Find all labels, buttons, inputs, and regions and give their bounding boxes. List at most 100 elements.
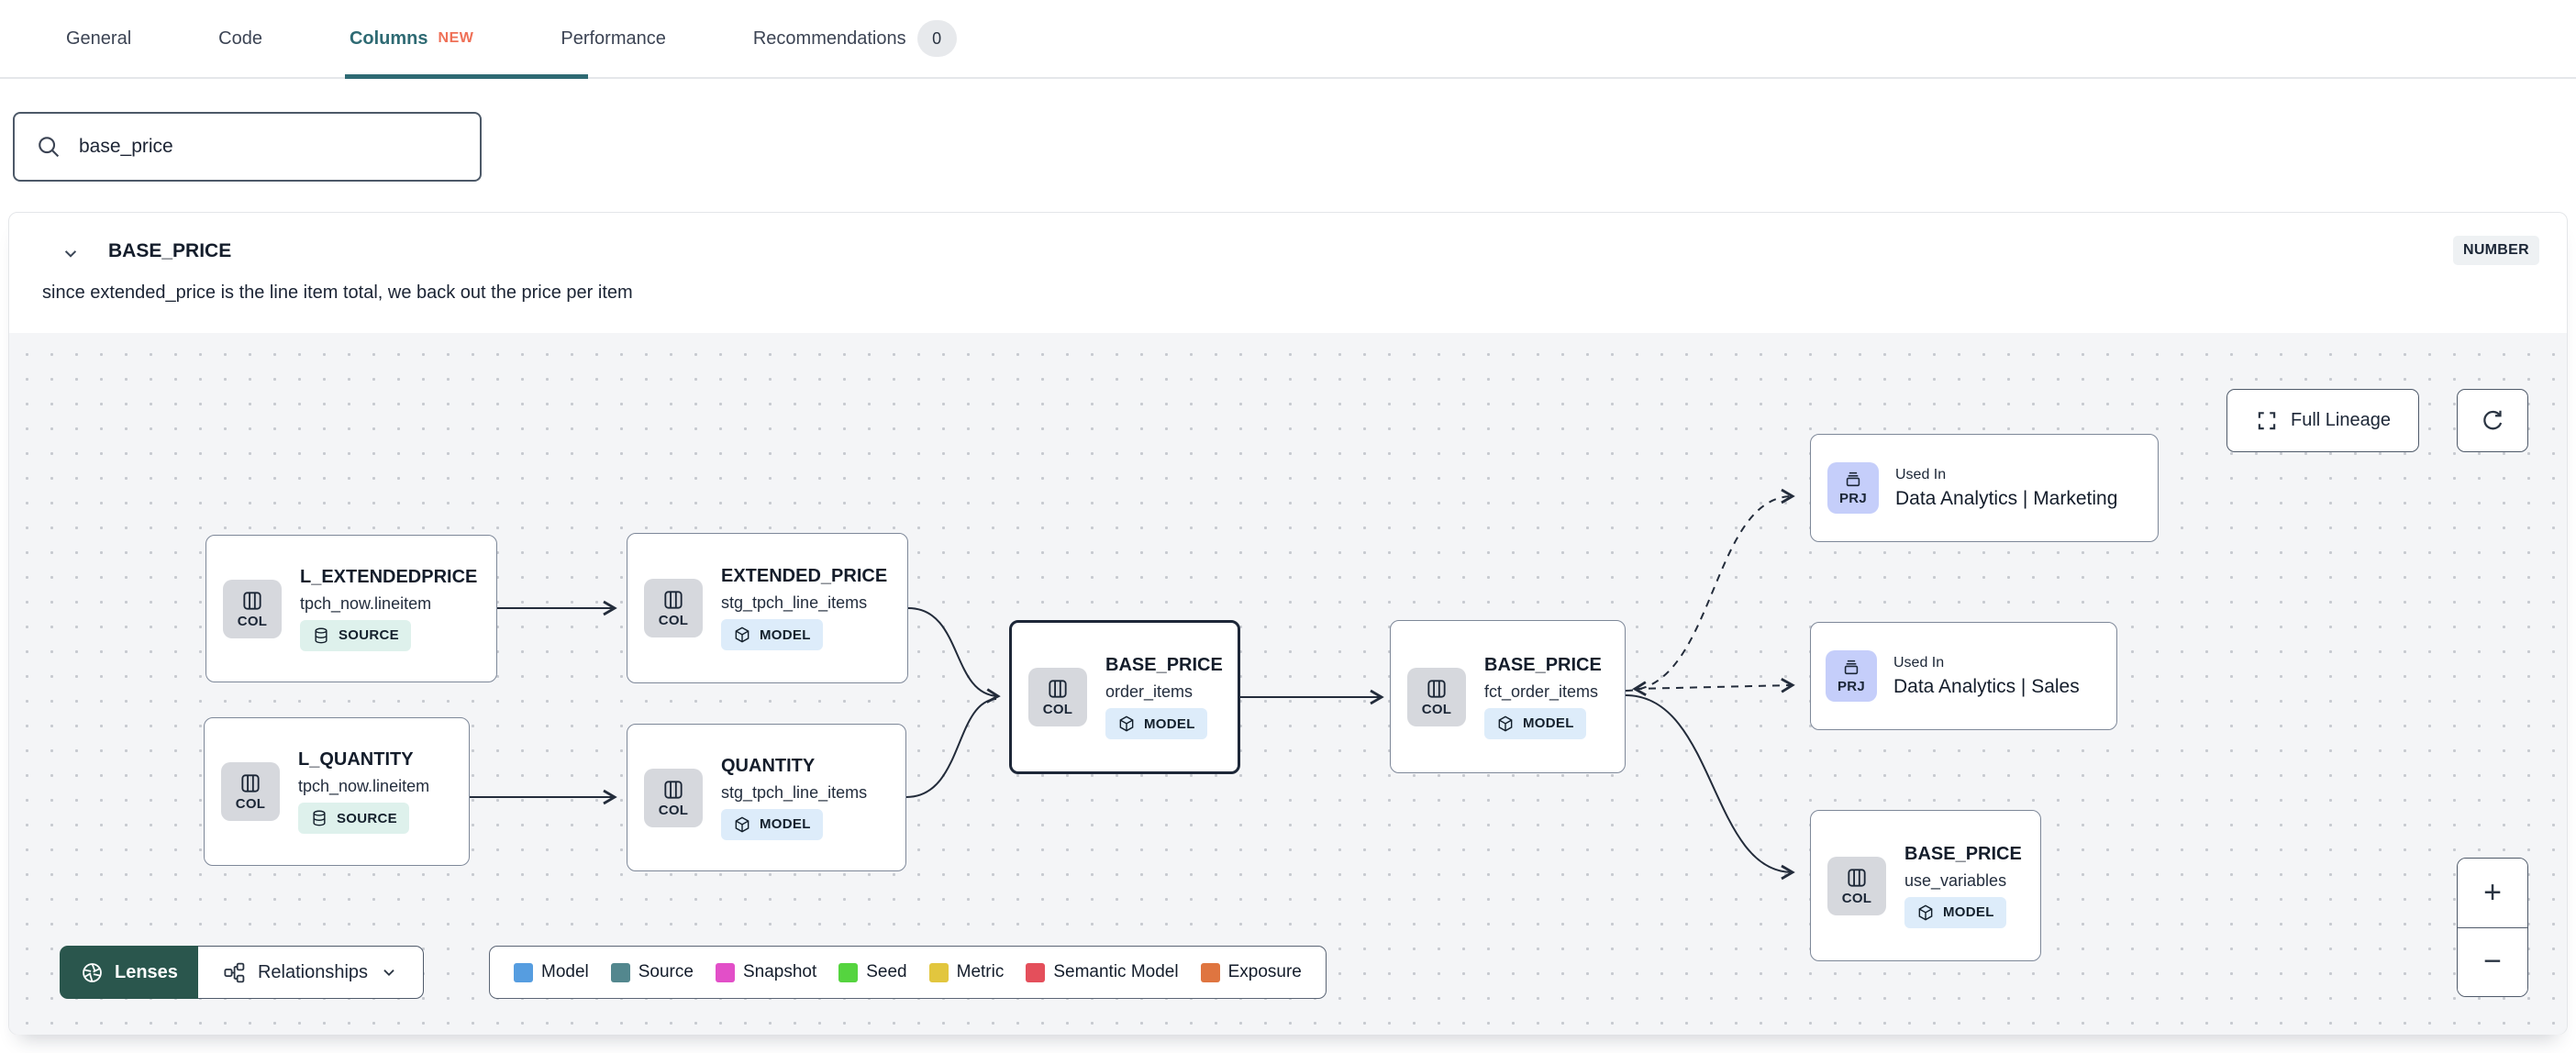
legend-swatch: [1200, 962, 1220, 982]
full-lineage-label: Full Lineage: [2291, 410, 2391, 430]
badge-label: MODEL: [760, 816, 811, 832]
badge-label: MODEL: [1943, 904, 1994, 920]
active-tab-underline: [345, 74, 588, 79]
column-chip: COL: [644, 768, 703, 827]
tab-code[interactable]: Code: [218, 28, 262, 50]
node-subtitle: order_items: [1105, 682, 1194, 701]
chip-label: PRJ: [1838, 491, 1868, 506]
columns-icon: [1848, 868, 1866, 887]
lineage-node-quantity[interactable]: COL QUANTITY stg_tpch_line_items MODEL: [627, 724, 906, 871]
node-eyebrow: Used In: [1893, 654, 1945, 671]
lenses-button[interactable]: Lenses: [60, 946, 198, 999]
node-title: BASE_PRICE: [1484, 654, 1602, 675]
lineage-node-used-in-sales[interactable]: PRJ Used In Data Analytics | Sales: [1810, 622, 2117, 730]
lens-bar: Lenses Relationships: [60, 946, 425, 999]
legend-item-model: Model: [514, 962, 589, 982]
zoom-in-button[interactable]: +: [2458, 859, 2527, 928]
lineage-node-used-in-marketing[interactable]: PRJ Used In Data Analytics | Marketing: [1810, 434, 2159, 542]
node-title: QUANTITY: [721, 755, 816, 776]
lineage-node-extended-price[interactable]: COL EXTENDED_PRICE stg_tpch_line_items M…: [627, 533, 908, 683]
source-badge: SOURCE: [298, 803, 409, 834]
chip-label: COL: [658, 802, 689, 818]
chip-label: COL: [237, 613, 268, 629]
refresh-icon: [2483, 410, 2503, 429]
lineage-node-l-quantity[interactable]: COL L_QUANTITY tpch_now.lineitem SOURCE: [204, 717, 470, 866]
column-chip: COL: [1028, 668, 1087, 726]
node-title: Data Analytics | Sales: [1893, 675, 2080, 697]
legend-label: Source: [638, 962, 694, 981]
lineage-node-base-price-use-variables[interactable]: COL BASE_PRICE use_variables MODEL: [1810, 810, 2041, 961]
node-type-legend: Model Source Snapshot Seed Metric Semant…: [489, 946, 1327, 999]
zoom-out-button[interactable]: −: [2458, 927, 2527, 996]
relationships-dropdown[interactable]: Relationships: [197, 946, 425, 999]
relationships-label: Relationships: [257, 961, 369, 982]
page: General Code Columns NEW Performance Rec…: [0, 0, 2576, 1053]
chip-label: COL: [1421, 701, 1452, 717]
lineage-canvas[interactable]: COL L_EXTENDEDPRICE tpch_now.lineitem SO…: [9, 333, 2567, 1035]
cube-icon: [1119, 715, 1134, 732]
chip-label: COL: [1042, 702, 1073, 717]
legend-label: Semantic Model: [1053, 962, 1179, 981]
zoom-control: + −: [2457, 858, 2528, 997]
lenses-label: Lenses: [115, 961, 178, 982]
tab-bar: General Code Columns NEW Performance Rec…: [0, 0, 2576, 79]
legend-item-metric: Metric: [928, 962, 1005, 982]
legend-item-semantic-model: Semantic Model: [1026, 962, 1179, 982]
legend-swatch: [715, 962, 735, 982]
columns-icon: [1427, 679, 1446, 698]
chip-label: PRJ: [1837, 679, 1866, 694]
node-subtitle: tpch_now.lineitem: [300, 593, 432, 613]
aperture-icon: [83, 962, 102, 982]
lineage-node-l-extendedprice[interactable]: COL L_EXTENDEDPRICE tpch_now.lineitem SO…: [205, 535, 497, 682]
chip-label: COL: [658, 613, 689, 628]
tab-recommendations[interactable]: Recommendations 0: [753, 20, 957, 57]
chevron-down-icon[interactable]: [59, 241, 83, 265]
node-subtitle: stg_tpch_line_items: [721, 782, 868, 802]
column-chip: COL: [1407, 667, 1466, 726]
legend-item-snapshot: Snapshot: [715, 962, 816, 982]
lineage-edges: [470, 488, 1795, 881]
column-title: BASE_PRICE: [108, 240, 232, 261]
tab-columns[interactable]: Columns NEW: [350, 28, 473, 50]
badge-label: MODEL: [1523, 715, 1574, 731]
full-lineage-button[interactable]: Full Lineage: [2226, 389, 2419, 452]
node-eyebrow: Used In: [1895, 466, 1947, 482]
tab-general[interactable]: General: [66, 28, 131, 50]
expand-icon: [2258, 411, 2276, 429]
badge-label: MODEL: [760, 626, 811, 643]
refresh-button[interactable]: [2457, 389, 2528, 452]
cube-icon: [735, 816, 749, 832]
column-card-header: BASE_PRICE NUMBER since extended_price i…: [9, 213, 2567, 333]
chip-label: COL: [235, 796, 266, 812]
tab-performance[interactable]: Performance: [561, 28, 666, 50]
model-badge: MODEL: [1484, 707, 1586, 739]
lineage-node-base-price-fct-order-items[interactable]: COL BASE_PRICE fct_order_items MODEL: [1390, 620, 1626, 773]
columns-icon: [1049, 680, 1067, 698]
columns-icon: [241, 774, 260, 793]
legend-label: Model: [541, 962, 589, 981]
node-title: L_QUANTITY: [298, 749, 414, 770]
legend-item-seed: Seed: [838, 962, 907, 982]
node-title: L_EXTENDEDPRICE: [300, 566, 478, 587]
project-icon: [1844, 660, 1859, 675]
node-subtitle: fct_order_items: [1484, 682, 1599, 701]
lineage-node-base-price-order-items[interactable]: COL BASE_PRICE order_items MODEL: [1009, 620, 1240, 774]
search-input[interactable]: base_price: [13, 112, 482, 182]
column-type-badge: NUMBER: [2452, 236, 2539, 265]
legend-item-exposure: Exposure: [1200, 962, 1302, 982]
column-description: since extended_price is the line item to…: [42, 283, 633, 303]
project-icon: [1846, 471, 1860, 487]
tab-label: General: [66, 28, 132, 49]
node-title: BASE_PRICE: [1105, 655, 1223, 675]
legend-swatch: [1026, 962, 1046, 982]
column-chip: COL: [644, 579, 703, 637]
legend-label: Seed: [866, 962, 907, 981]
cube-icon: [1498, 715, 1513, 731]
legend-swatch: [514, 962, 533, 982]
search-icon: [39, 137, 60, 158]
search-value: base_price: [79, 136, 173, 157]
legend-label: Metric: [956, 962, 1005, 981]
database-icon: [315, 627, 328, 643]
column-card: BASE_PRICE NUMBER since extended_price i…: [8, 212, 2568, 1035]
cube-icon: [735, 626, 749, 643]
